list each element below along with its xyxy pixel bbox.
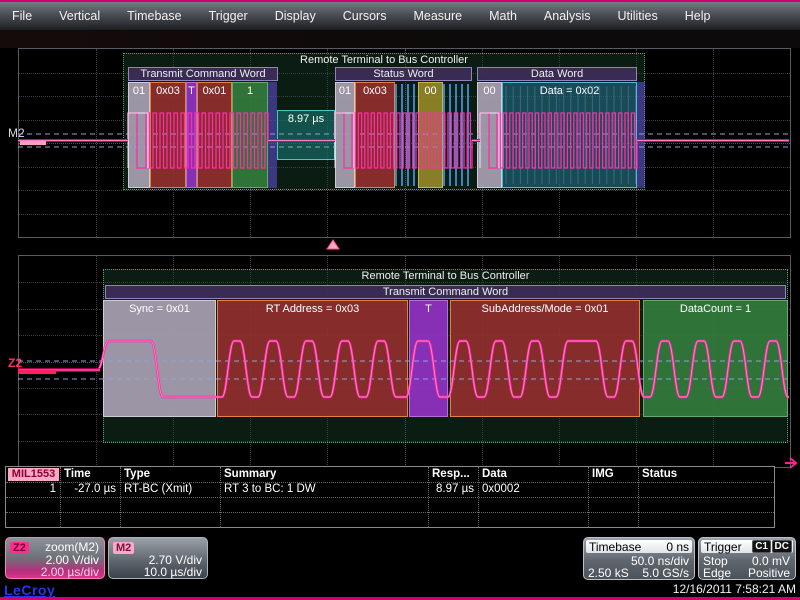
menu-item-vertical[interactable]: Vertical bbox=[59, 9, 100, 23]
cell-resp: 8.97 µs bbox=[430, 483, 474, 495]
cell-summary: RT 3 to BC: 1 DW bbox=[224, 483, 316, 495]
menu-item-utilities[interactable]: Utilities bbox=[617, 9, 657, 23]
word-header-transmit-command-zoom: Transmit Command Word bbox=[105, 285, 786, 299]
response-time-label: 8.97 µs bbox=[288, 113, 324, 125]
m2-descriptor-box[interactable]: M2 2.70 V/div 10.0 µs/div bbox=[108, 537, 208, 579]
menu-bar: File Vertical Timebase Trigger Display C… bbox=[0, 2, 800, 30]
m2-tdiv: 10.0 µs/div bbox=[113, 565, 202, 579]
zoom-segment-rt-address: RT Address = 0x03 bbox=[217, 300, 408, 417]
oscilloscope-screen: File Vertical Timebase Trigger Display C… bbox=[0, 0, 800, 600]
col-header-type: Type bbox=[124, 468, 150, 480]
zoom-segment-sync: Sync = 0x01 bbox=[103, 300, 216, 417]
menu-item-trigger[interactable]: Trigger bbox=[209, 9, 248, 23]
menu-item-measure[interactable]: Measure bbox=[413, 9, 462, 23]
lecroy-logo: LeCroy bbox=[4, 582, 55, 598]
zoom-segment-subaddress: SubAddress/Mode = 0x01 bbox=[450, 300, 640, 417]
menu-shadow-strip bbox=[0, 30, 800, 48]
decode-segment-status-address: 0x03 bbox=[355, 82, 395, 188]
channel-label-z2: Z2 bbox=[8, 356, 22, 370]
timebase-box[interactable]: Timebase 0 ns 50.0 ns/div 2.50 kS 5.0 GS… bbox=[583, 537, 695, 580]
menu-item-timebase[interactable]: Timebase bbox=[127, 9, 181, 23]
menu-item-analysis[interactable]: Analysis bbox=[544, 9, 591, 23]
decode-segment-sync: 01 bbox=[128, 82, 150, 188]
trigger-source-badge: C1 bbox=[752, 540, 771, 553]
decode-band-title-1: Remote Terminal to Bus Controller bbox=[123, 54, 645, 66]
decode-segment-status-sync: 01 bbox=[335, 82, 355, 188]
decode-segment-rt-address: 0x03 bbox=[150, 82, 186, 188]
menu-item-display[interactable]: Display bbox=[275, 9, 316, 23]
decode-segment-tr-bit: T bbox=[186, 82, 197, 188]
col-header-summary: Summary bbox=[224, 468, 276, 480]
col-header-time: Time bbox=[64, 468, 91, 480]
response-time-box: 8.97 µs bbox=[277, 110, 335, 160]
decode-segment-status-flags: 00 bbox=[418, 82, 443, 188]
cell-type: RT-BC (Xmit) bbox=[124, 483, 192, 495]
menu-item-cursors[interactable]: Cursors bbox=[343, 9, 387, 23]
decode-segment-data-value: Data = 0x02 bbox=[502, 82, 637, 188]
protocol-badge[interactable]: MIL1553 bbox=[8, 468, 59, 481]
cell-data: 0x0002 bbox=[482, 483, 520, 495]
word-end-marker bbox=[268, 82, 277, 188]
z2-tdiv: 2.00 µs/div bbox=[10, 565, 99, 579]
trigger-box[interactable]: Trigger C1 DC Stop 0.0 mV Edge Positive bbox=[698, 537, 796, 580]
col-header-img: IMG bbox=[592, 468, 614, 480]
timebase-offset: 0 ns bbox=[666, 540, 689, 554]
z2-title: zoom(M2) bbox=[45, 540, 99, 554]
trigger-type: Edge bbox=[703, 566, 731, 580]
word-header-data: Data Word bbox=[477, 67, 637, 81]
timebase-samples: 2.50 kS bbox=[588, 566, 629, 580]
word-header-status: Status Word bbox=[335, 67, 472, 81]
decode-segment-data-sync: 00 bbox=[477, 82, 502, 188]
zoom-segment-tr-bit: T bbox=[409, 300, 448, 417]
decode-table[interactable]: MIL1553 Time Type Summary Resp... Data I… bbox=[5, 466, 775, 528]
cell-index: 1 bbox=[14, 483, 56, 495]
menu-item-math[interactable]: Math bbox=[489, 9, 517, 23]
decode-segment-datacount: 1 bbox=[232, 82, 268, 188]
col-header-resp: Resp... bbox=[432, 468, 470, 480]
trigger-coupling-badge: DC bbox=[772, 540, 792, 553]
cell-time: -27.0 µs bbox=[64, 483, 116, 495]
z2-descriptor-box[interactable]: Z2 zoom(M2) 2.00 V/div 2.00 µs/div bbox=[5, 537, 105, 579]
menu-item-help[interactable]: Help bbox=[685, 9, 711, 23]
menu-item-file[interactable]: File bbox=[12, 9, 32, 23]
col-header-status: Status bbox=[642, 468, 677, 480]
channel-label-m2: M2 bbox=[8, 126, 25, 140]
word-header-transmit-command: Transmit Command Word bbox=[128, 67, 278, 81]
col-header-data: Data bbox=[482, 468, 507, 480]
decode-segment-subaddress: 0x01 bbox=[197, 82, 232, 188]
timebase-title: Timebase bbox=[589, 540, 641, 554]
decode-band-title-2: Remote Terminal to Bus Controller bbox=[103, 270, 788, 282]
trigger-title: Trigger bbox=[704, 540, 742, 554]
datetime-display: 12/16/2011 7:58:21 AM bbox=[673, 582, 796, 596]
timebase-rate: 5.0 GS/s bbox=[642, 566, 689, 580]
trigger-slope: Positive bbox=[748, 566, 790, 580]
zoom-segment-datacount: DataCount = 1 bbox=[643, 300, 788, 417]
word-end-marker-2 bbox=[637, 82, 645, 188]
